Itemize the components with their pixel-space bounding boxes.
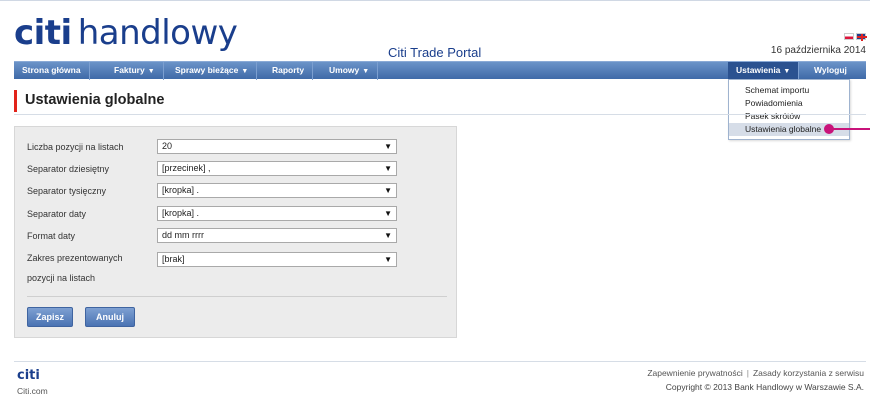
menu-item-schemat-importu[interactable]: Schemat importu	[729, 84, 849, 97]
privacy-link[interactable]: Zapewnienie prywatności	[647, 368, 742, 378]
date-separator-select[interactable]: [kropka] . ▼	[157, 206, 397, 221]
presented-range-select[interactable]: [brak] ▼	[157, 252, 397, 267]
divider	[14, 114, 866, 115]
title-accent-bar	[14, 90, 17, 112]
main-navigation: Strona główna Faktury ▼ Sprawy bieżące ▼ R…	[14, 61, 866, 80]
logo-handlowy: handlowy	[77, 13, 238, 53]
portal-title: Citi Trade Portal	[388, 45, 482, 60]
header: citi handlowy Citi Trade Portal 16 paździ…	[0, 0, 870, 62]
select-value: [brak]	[162, 254, 185, 264]
callout-pointer-dot	[824, 124, 834, 134]
chevron-down-icon: ▼	[241, 68, 249, 75]
nav-label: Sprawy bieżące	[175, 65, 239, 75]
link-separator: |	[746, 368, 749, 378]
date-format-select[interactable]: dd mm rrrr ▼	[157, 228, 397, 243]
footer-citi-logo[interactable]: citi	[17, 368, 40, 383]
nav-item-ustawienia[interactable]: Ustawienia ▼	[728, 62, 800, 80]
select-value: dd mm rrrr	[162, 230, 204, 240]
nav-item-strona-glowna[interactable]: Strona główna	[14, 62, 90, 80]
nav-item-wyloguj[interactable]: Wyloguj	[806, 62, 855, 80]
nav-item-faktury[interactable]: Faktury ▼	[106, 62, 164, 80]
nav-label: Raporty	[272, 65, 305, 75]
global-settings-form: Liczba pozycji na listach 20 ▼ Separator…	[14, 126, 457, 338]
dropdown-arrow-icon: ▼	[384, 142, 392, 151]
terms-link[interactable]: Zasady korzystania z serwisu	[753, 368, 864, 378]
nav-item-sprawy-biezace[interactable]: Sprawy bieżące ▼	[167, 62, 258, 80]
field-label-line2: pozycji na listach	[27, 273, 96, 283]
select-value: [kropka] .	[162, 185, 200, 195]
language-switcher	[844, 33, 867, 41]
nav-label: Faktury	[114, 65, 145, 75]
items-per-list-select[interactable]: 20 ▼	[157, 139, 397, 154]
logo-citi: citi	[14, 13, 72, 53]
nav-label: Wyloguj	[814, 65, 847, 75]
callout-pointer-line	[829, 128, 870, 130]
chevron-down-icon: ▼	[147, 68, 155, 75]
decimal-separator-select[interactable]: [przecinek] , ▼	[157, 161, 397, 176]
select-value: 20	[162, 141, 173, 151]
cancel-button[interactable]: Anuluj	[85, 307, 135, 327]
copyright: Copyright © 2013 Bank Handlowy w Warszaw…	[665, 382, 864, 392]
dropdown-arrow-icon: ▼	[384, 209, 392, 218]
dropdown-arrow-icon: ▼	[384, 186, 392, 195]
dropdown-arrow-icon: ▼	[384, 255, 392, 264]
field-label: Liczba pozycji na listach	[27, 142, 124, 152]
citi-handlowy-logo[interactable]: citi handlowy	[14, 13, 238, 53]
nav-label: Umowy	[329, 65, 360, 75]
divider	[14, 361, 866, 362]
dropdown-arrow-icon: ▼	[384, 231, 392, 240]
footer-citi-com-link[interactable]: Citi.com	[17, 386, 48, 396]
field-label: Zakres prezentowanych	[27, 253, 123, 263]
thousands-separator-select[interactable]: [kropka] . ▼	[157, 183, 397, 198]
field-label: Separator dziesiętny	[27, 164, 110, 174]
current-date: 16 października 2014	[770, 45, 866, 56]
field-label: Separator daty	[27, 209, 87, 219]
menu-item-powiadomienia[interactable]: Powiadomienia	[729, 97, 849, 110]
select-value: [kropka] .	[162, 208, 200, 218]
divider	[27, 296, 447, 297]
field-label: Format daty	[27, 231, 76, 241]
field-label: Separator tysięczny	[27, 186, 107, 196]
nav-item-umowy[interactable]: Umowy ▼	[321, 62, 379, 80]
dropdown-arrow-icon: ▼	[384, 164, 392, 173]
nav-label: Ustawienia	[736, 65, 781, 75]
chevron-down-icon: ▼	[783, 68, 791, 75]
chevron-down-icon: ▼	[362, 68, 370, 75]
menu-item-pasek-skrotow[interactable]: Pasek skrótów	[729, 110, 849, 123]
nav-label: Strona główna	[22, 65, 81, 75]
polish-flag-icon[interactable]	[844, 33, 854, 40]
nav-item-raporty[interactable]: Raporty	[264, 62, 314, 80]
english-flag-icon[interactable]	[856, 33, 867, 41]
save-button[interactable]: Zapisz	[27, 307, 73, 327]
footer-links: Zapewnienie prywatności | Zasady korzystan…	[647, 368, 864, 378]
page-title: Ustawienia globalne	[25, 92, 165, 108]
select-value: [przecinek] ,	[162, 163, 211, 173]
